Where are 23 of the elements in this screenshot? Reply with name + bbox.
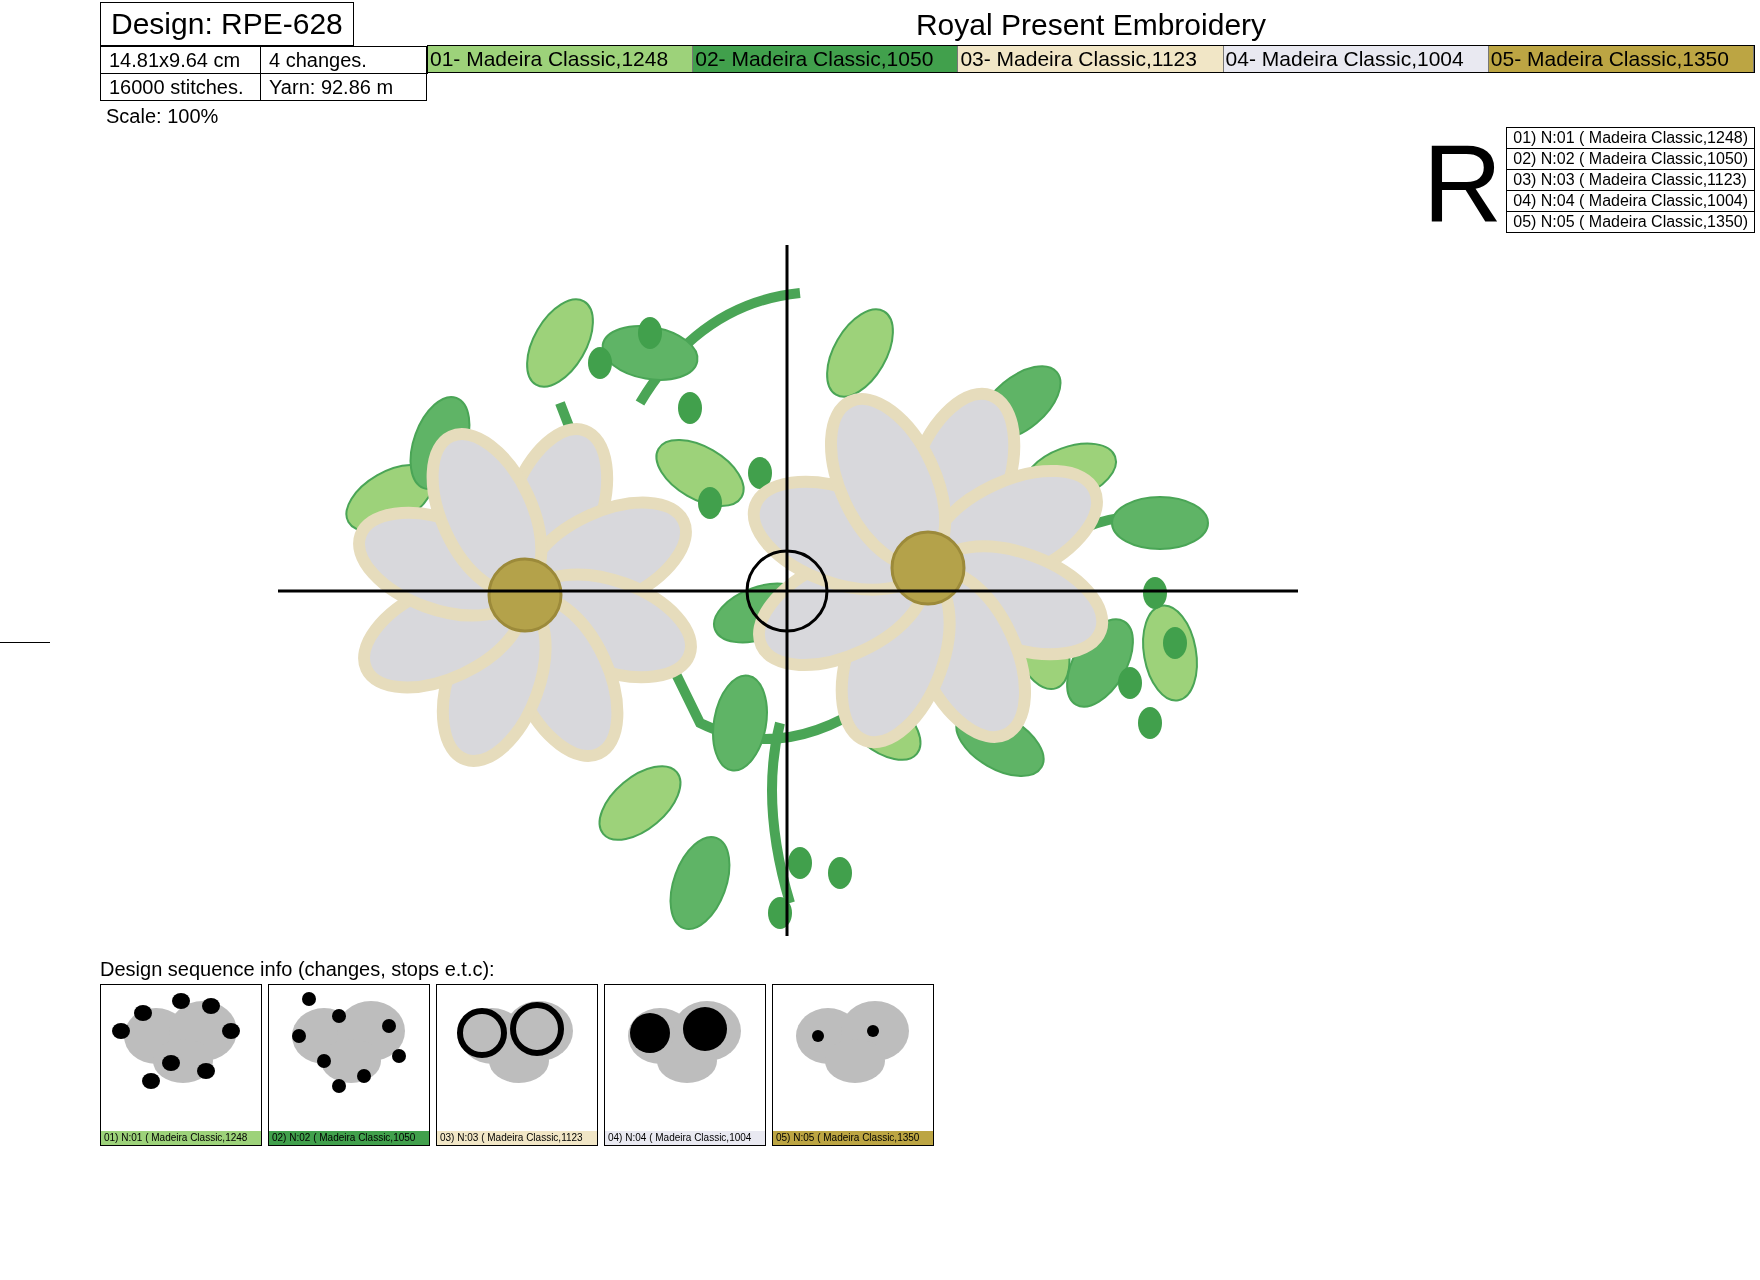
scale-label: Scale: 100% (106, 105, 219, 129)
thread-step-label: 01) N:01 ( Madeira Classic,1248 (101, 1131, 261, 1145)
thread-step-label: 05) N:05 ( Madeira Classic,1350 (773, 1131, 933, 1145)
thread-color-chip: 03- Madeira Classic,1123 (958, 46, 1224, 72)
thread-color-chip: 01- Madeira Classic,1248 (428, 46, 694, 72)
thread-legend-row: 01) N:01 ( Madeira Classic,1248) (1507, 128, 1754, 149)
design-size: 14.81x9.64 cm (101, 47, 261, 74)
thread-step-label: 03) N:03 ( Madeira Classic,1123 (437, 1131, 597, 1145)
design-title: Design: RPE-628 (100, 2, 354, 46)
thread-step-label: 04) N:04 ( Madeira Classic,1004 (605, 1131, 765, 1145)
sequence-heading: Design sequence info (changes, stops e.t.c): (100, 958, 496, 982)
brand-title: Royal Present Embroidery (914, 7, 1268, 43)
thread-legend-row-text: 05) N:05 ( Madeira Classic,1350) (1512, 212, 1749, 232)
stitch-count: 16000 stitches. (101, 74, 261, 100)
thread-color-chip: 05- Madeira Classic,1350 (1488, 46, 1754, 72)
thread-step-label: 02) N:02 ( Madeira Classic,1050 (269, 1131, 429, 1145)
thread-legend-row: 02) N:02 ( Madeira Classic,1050) (1507, 149, 1754, 170)
thread-color-chip: 04- Madeira Classic,1004 (1223, 46, 1489, 72)
yarn-length: Yarn: 92.86 m (268, 75, 395, 100)
thread-color-chip: 02- Madeira Classic,1050 (693, 46, 959, 72)
thread-legend-row: 03) N:03 ( Madeira Classic,1123) (1507, 170, 1754, 191)
logo-letter: R (1422, 138, 1503, 233)
thread-legend-row: 04) N:04 ( Madeira Classic,1004) (1507, 191, 1754, 212)
